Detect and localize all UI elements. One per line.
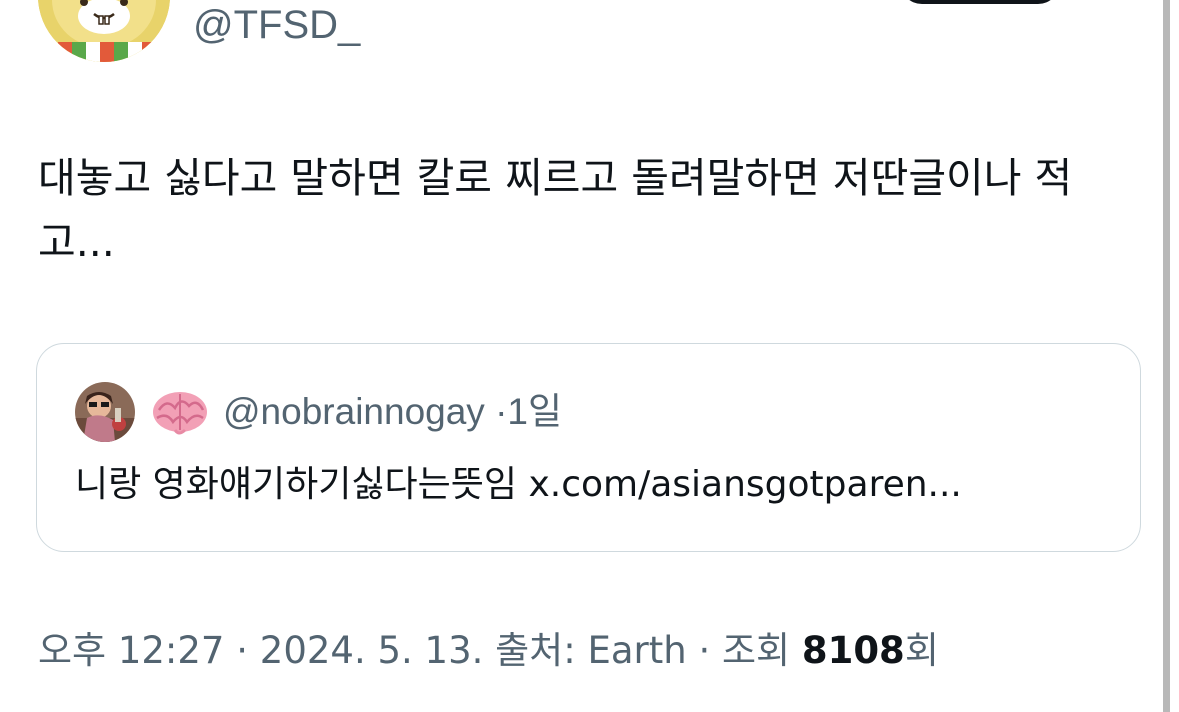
quoted-handle[interactable]: @nobrainnogay bbox=[223, 391, 485, 432]
hamster-avatar-icon bbox=[38, 0, 170, 62]
views-label: 조회 bbox=[721, 629, 802, 672]
views-count[interactable]: 8108 bbox=[802, 629, 905, 672]
quoted-tweet-text: 니랑 영화얘기하기싫다는뜻임 x.com/asiansgotparen... bbox=[75, 464, 962, 505]
source-value: Earth bbox=[587, 629, 687, 672]
source-label: 출처: bbox=[483, 629, 588, 672]
quoted-tweet-card[interactable]: @nobrainnogay ·1일 니랑 영화얘기하기싫다는뜻임 x.com/a… bbox=[36, 343, 1141, 552]
quoted-time[interactable]: 1일 bbox=[507, 391, 562, 432]
tweet-time[interactable]: 오후 12:27 bbox=[38, 629, 224, 672]
tweet-date[interactable]: 2024. 5. 13. bbox=[260, 629, 484, 672]
tweet-meta: 오후 12:27 · 2024. 5. 13. 출처: Earth · 조회 8… bbox=[38, 626, 939, 676]
quoted-separator: · bbox=[495, 391, 508, 432]
quoted-tweet-meta: @nobrainnogay ·1일 bbox=[223, 388, 562, 436]
author-avatar[interactable] bbox=[38, 0, 170, 62]
brain-icon bbox=[153, 392, 207, 435]
person-avatar-icon bbox=[75, 382, 135, 442]
scrollbar[interactable] bbox=[1163, 0, 1170, 712]
follow-button[interactable] bbox=[900, 0, 1060, 4]
views-suffix: 회 bbox=[904, 629, 939, 672]
author-handle[interactable]: @TFSD_ bbox=[193, 0, 360, 50]
tweet-text: 대놓고 싫다고 말하면 칼로 찌르고 돌려말하면 저딴글이나 적고... bbox=[38, 154, 1073, 266]
quoted-author-avatar[interactable] bbox=[75, 382, 135, 442]
meta-separator: · bbox=[224, 629, 260, 672]
meta-separator: · bbox=[686, 629, 722, 672]
